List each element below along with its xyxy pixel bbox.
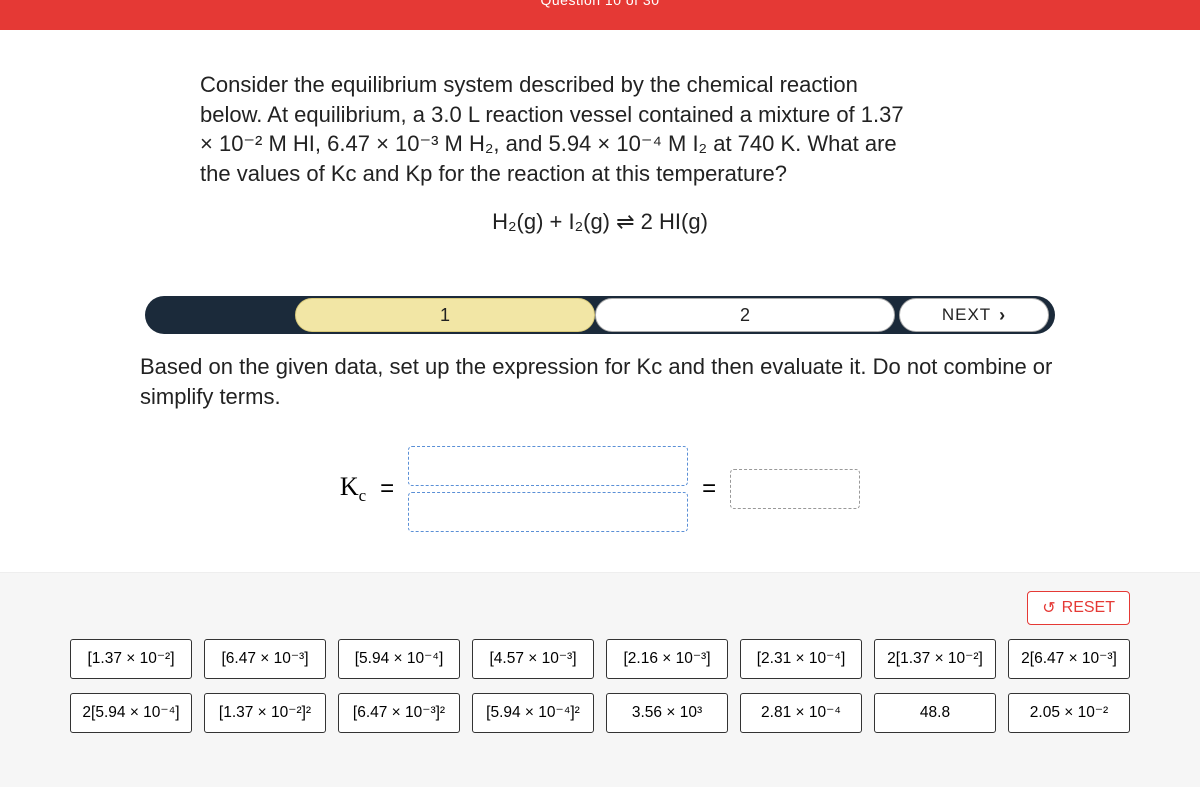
- denominator-slot[interactable]: [408, 492, 688, 532]
- answer-tile[interactable]: 2[1.37 × 10⁻²]: [874, 639, 996, 679]
- sub-instruction: Based on the given data, set up the expr…: [0, 352, 1200, 411]
- reset-icon: ↺: [1042, 598, 1055, 618]
- question-line-4: the values of Kc and Kp for the reaction…: [200, 159, 1000, 189]
- tile-row-2: 2[5.94 × 10⁻⁴] [1.37 × 10⁻²]² [6.47 × 10…: [70, 693, 1130, 733]
- kc-symbol: Kc: [340, 472, 366, 506]
- answer-tile[interactable]: [5.94 × 10⁻⁴]: [338, 639, 460, 679]
- answer-bank: ↺ RESET [1.37 × 10⁻²] [6.47 × 10⁻³] [5.9…: [0, 572, 1200, 787]
- answer-tile[interactable]: 48.8: [874, 693, 996, 733]
- equals-sign-2: =: [702, 475, 716, 503]
- answer-tile[interactable]: [1.37 × 10⁻²]: [70, 639, 192, 679]
- answer-tile[interactable]: [4.57 × 10⁻³]: [472, 639, 594, 679]
- reset-button[interactable]: ↺ RESET: [1027, 591, 1130, 625]
- answer-tile[interactable]: 3.56 × 10³: [606, 693, 728, 733]
- answer-tile[interactable]: 2.05 × 10⁻²: [1008, 693, 1130, 733]
- header-bar: Question 10 of 30: [0, 0, 1200, 30]
- question-text: Consider the equilibrium system describe…: [0, 30, 1200, 266]
- step-2-tab[interactable]: 2: [595, 298, 895, 332]
- answer-tile[interactable]: [2.31 × 10⁻⁴]: [740, 639, 862, 679]
- kc-expression-area: Kc = =: [0, 446, 1200, 532]
- chevron-right-icon: ›: [999, 305, 1006, 326]
- answer-tile[interactable]: [2.16 × 10⁻³]: [606, 639, 728, 679]
- answer-tile[interactable]: 2[5.94 × 10⁻⁴]: [70, 693, 192, 733]
- question-line-2: below. At equilibrium, a 3.0 L reaction …: [200, 100, 1000, 130]
- fraction-dropzone: [408, 446, 688, 532]
- question-line-3: × 10⁻² M HI, 6.47 × 10⁻³ M H₂, and 5.94 …: [200, 129, 1000, 159]
- step-1-tab[interactable]: 1: [295, 298, 595, 332]
- numerator-slot[interactable]: [408, 446, 688, 486]
- reset-label: RESET: [1062, 599, 1115, 617]
- next-button[interactable]: NEXT ›: [899, 298, 1049, 332]
- result-slot[interactable]: [730, 469, 860, 509]
- answer-tile[interactable]: [6.47 × 10⁻³]: [204, 639, 326, 679]
- tile-row-1: [1.37 × 10⁻²] [6.47 × 10⁻³] [5.94 × 10⁻⁴…: [70, 639, 1130, 679]
- chemical-equation: H₂(g) + I₂(g) ⇌ 2 HI(g): [200, 207, 1000, 237]
- question-line-1: Consider the equilibrium system describe…: [200, 70, 1000, 100]
- next-label: NEXT: [942, 305, 991, 325]
- equals-sign-1: =: [380, 475, 394, 503]
- answer-tile[interactable]: 2.81 × 10⁻⁴: [740, 693, 862, 733]
- answer-tile[interactable]: [6.47 × 10⁻³]²: [338, 693, 460, 733]
- step-pill: 1 2 NEXT ›: [145, 296, 1055, 334]
- answer-tile[interactable]: 2[6.47 × 10⁻³]: [1008, 639, 1130, 679]
- header-text: Question 10 of 30: [540, 0, 659, 8]
- answer-tile[interactable]: [5.94 × 10⁻⁴]²: [472, 693, 594, 733]
- answer-tile[interactable]: [1.37 × 10⁻²]²: [204, 693, 326, 733]
